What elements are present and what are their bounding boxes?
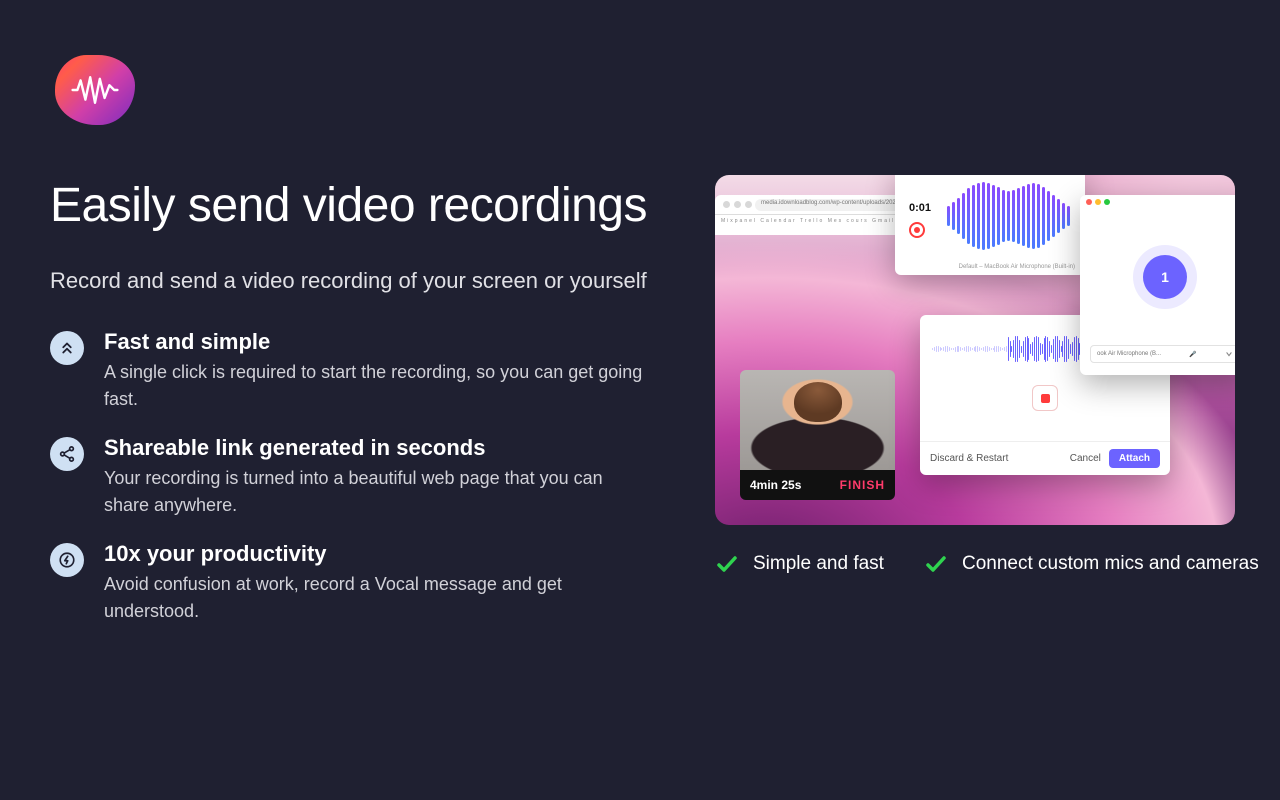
preview-mic-selector: ook Air Microphone (B... 🎤 [1090,345,1235,363]
feature-title: Shareable link generated in seconds [104,435,644,461]
soundwave-icon [71,72,119,108]
chevrons-up-icon [50,331,84,365]
preview-wave-card: 0:01 Default – MacBook Air Microphone (B… [895,175,1085,275]
preview-wave-caption: Default – MacBook Air Microphone (Built-… [959,264,1075,270]
check-icon [924,552,948,576]
preview-attach-label: Attach [1109,449,1160,468]
preview-camera-card: 4min 25s FINISH [740,370,895,500]
preview-composite: media.idownloadblog.com/wp-content/uploa… [715,175,1235,525]
preview-camera-finish: FINISH [840,478,885,492]
preview-camera-thumbnail [740,370,895,470]
mic-icon: 🎤 [1189,351,1196,358]
preview-mic-selector-label: ook Air Microphone (B... [1097,351,1161,357]
preview-discard-label: Discard & Restart [930,453,1008,464]
benefit-custom-devices: Connect custom mics and cameras [924,552,1259,576]
preview-cancel-label: Cancel [1070,453,1101,464]
benefit-label: Connect custom mics and cameras [962,553,1259,575]
share-icon [50,437,84,471]
feature-shareable-link: Shareable link generated in seconds Your… [50,435,660,519]
preview-camera-duration: 4min 25s [750,478,801,492]
preview-mic-count: 1 [1143,255,1187,299]
record-button-icon [909,222,925,238]
lightning-icon [50,543,84,577]
preview-mic-card: 1 ook Air Microphone (B... 🎤 [1080,195,1235,375]
chevron-down-icon [1225,350,1233,358]
benefit-simple-fast: Simple and fast [715,552,884,576]
waveform-icon [941,182,1075,249]
page-subtitle: Record and send a video recording of you… [50,265,660,297]
feature-desc: A single click is required to start the … [104,359,644,413]
page-title: Easily send video recordings [50,180,660,233]
check-icon [715,552,739,576]
preview-wave-timer: 0:01 [909,202,931,214]
benefit-label: Simple and fast [753,553,884,575]
feature-desc: Avoid confusion at work, record a Vocal … [104,571,644,625]
stop-icon [1032,385,1058,411]
app-logo [55,55,135,125]
feature-title: Fast and simple [104,329,644,355]
feature-desc: Your recording is turned into a beautifu… [104,465,644,519]
feature-title: 10x your productivity [104,541,644,567]
feature-fast-simple: Fast and simple A single click is requir… [50,329,660,413]
feature-productivity: 10x your productivity Avoid confusion at… [50,541,660,625]
